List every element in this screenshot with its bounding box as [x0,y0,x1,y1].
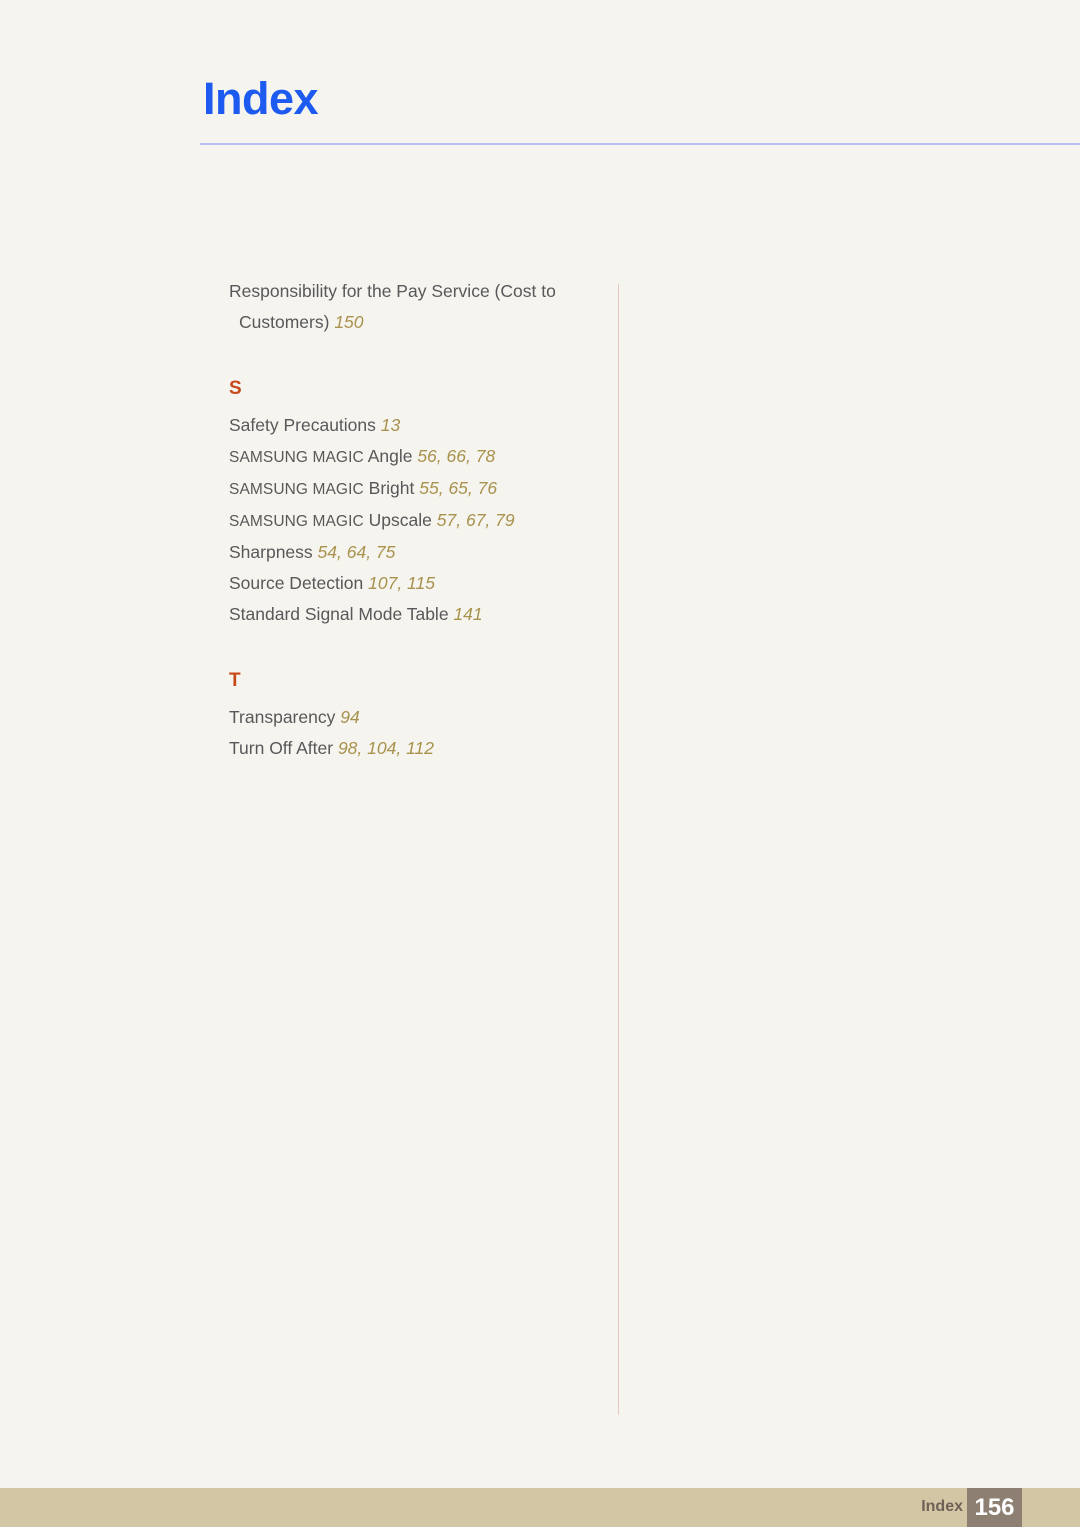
index-entry-page-refs[interactable]: 13 [381,415,400,435]
index-entry-name: Source Detection [229,573,364,593]
samsung-magic-brandmark: SAMSUNG MAGIC [229,513,364,530]
index-entry-page-refs[interactable]: 57, 67, 79 [437,510,515,530]
samsung-magic-brandmark: SAMSUNG MAGIC [229,481,364,498]
index-entry[interactable]: Sharpness 54, 64, 75 [229,537,599,568]
index-entry[interactable]: Safety Precautions 13 [229,410,599,441]
index-section-letter: S [229,378,242,399]
footer-page-number: 156 [974,1493,1015,1521]
index-entry-page-refs[interactable]: 55, 65, 76 [419,478,497,498]
footer-section-label: Index [921,1498,963,1515]
index-entry[interactable]: Source Detection 107, 115 [229,568,599,599]
index-entry-name: SAMSUNG MAGIC Angle [229,446,413,466]
index-entry[interactable]: Responsibility for the Pay Service (Cost… [229,276,599,338]
page-footer: Index [0,1488,1080,1527]
column-divider-rule [618,284,619,1415]
index-entry[interactable]: SAMSUNG MAGIC Angle 56, 66, 78 [229,441,599,473]
index-entry-name: SAMSUNG MAGIC Bright [229,478,415,498]
index-entry-page-refs[interactable]: 56, 66, 78 [417,446,495,466]
footer-page-number-box: 156 [967,1488,1022,1527]
index-body: Responsibility for the Pay Service (Cost… [0,0,1080,1440]
index-entry[interactable]: Transparency 94 [229,702,599,733]
index-entry-page-refs[interactable]: 54, 64, 75 [318,542,396,562]
index-entry-page-refs[interactable]: 94 [340,707,359,727]
index-section-letter: T [229,670,241,691]
index-entry-page-refs[interactable]: 150 [334,312,363,332]
index-entry-name: Responsibility for the Pay Service (Cost… [229,281,556,332]
index-entry-name: Transparency [229,707,336,727]
index-entry-name: Sharpness [229,542,313,562]
index-column-left: Responsibility for the Pay Service (Cost… [229,276,599,764]
index-entry-name: Turn Off After [229,738,334,758]
index-entry-name: SAMSUNG MAGIC Upscale [229,510,432,530]
index-entry-page-refs[interactable]: 98, 104, 112 [338,738,434,758]
index-entry[interactable]: Turn Off After 98, 104, 112 [229,733,599,764]
index-entry-name: Safety Precautions [229,415,376,435]
index-entry-page-refs[interactable]: 107, 115 [368,573,435,593]
index-entry[interactable]: SAMSUNG MAGIC Upscale 57, 67, 79 [229,505,599,537]
index-entry-page-refs[interactable]: 141 [453,604,482,624]
samsung-magic-brandmark: SAMSUNG MAGIC [229,449,364,466]
index-entry-name: Standard Signal Mode Table [229,604,449,624]
index-entry[interactable]: Standard Signal Mode Table 141 [229,599,599,630]
index-entry[interactable]: SAMSUNG MAGIC Bright 55, 65, 76 [229,473,599,505]
